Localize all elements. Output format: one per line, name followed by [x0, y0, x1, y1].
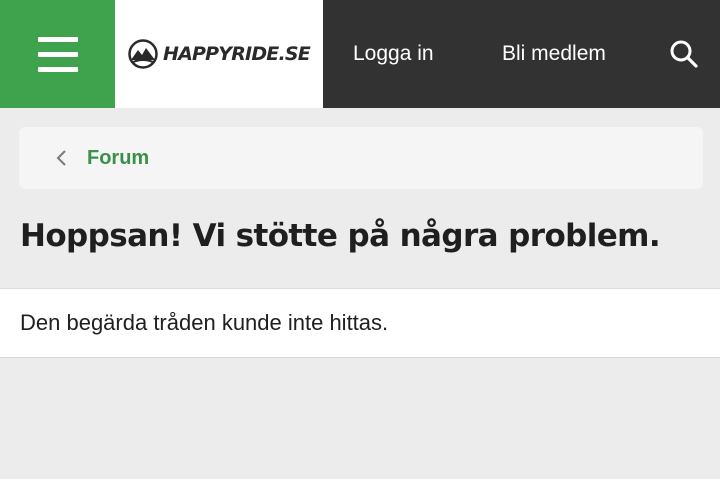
error-message: Den begärda tråden kunde inte hittas.: [20, 310, 389, 335]
search-button[interactable]: [664, 34, 704, 74]
join-link[interactable]: Bli medlem: [502, 0, 606, 108]
breadcrumb-forum-link[interactable]: Forum: [87, 127, 149, 189]
hamburger-menu-icon: [37, 36, 78, 42]
login-link[interactable]: Logga in: [353, 0, 434, 108]
site-logo[interactable]: HAPPYRIDE.SE: [115, 0, 323, 108]
page-title: Hoppsan! Vi stötte på några problem.: [20, 218, 661, 254]
menu-button[interactable]: [0, 0, 115, 108]
site-header: HAPPYRIDE.SE Logga in Bli medlem: [0, 0, 720, 108]
chevron-left-icon[interactable]: [52, 148, 70, 168]
breadcrumb: Forum: [19, 127, 703, 189]
mountain-logo-icon: [128, 39, 158, 69]
error-message-panel: Den begärda tråden kunde inte hittas.: [0, 288, 720, 358]
logo-text: HAPPYRIDE.SE: [163, 43, 311, 65]
search-icon: [670, 40, 698, 68]
